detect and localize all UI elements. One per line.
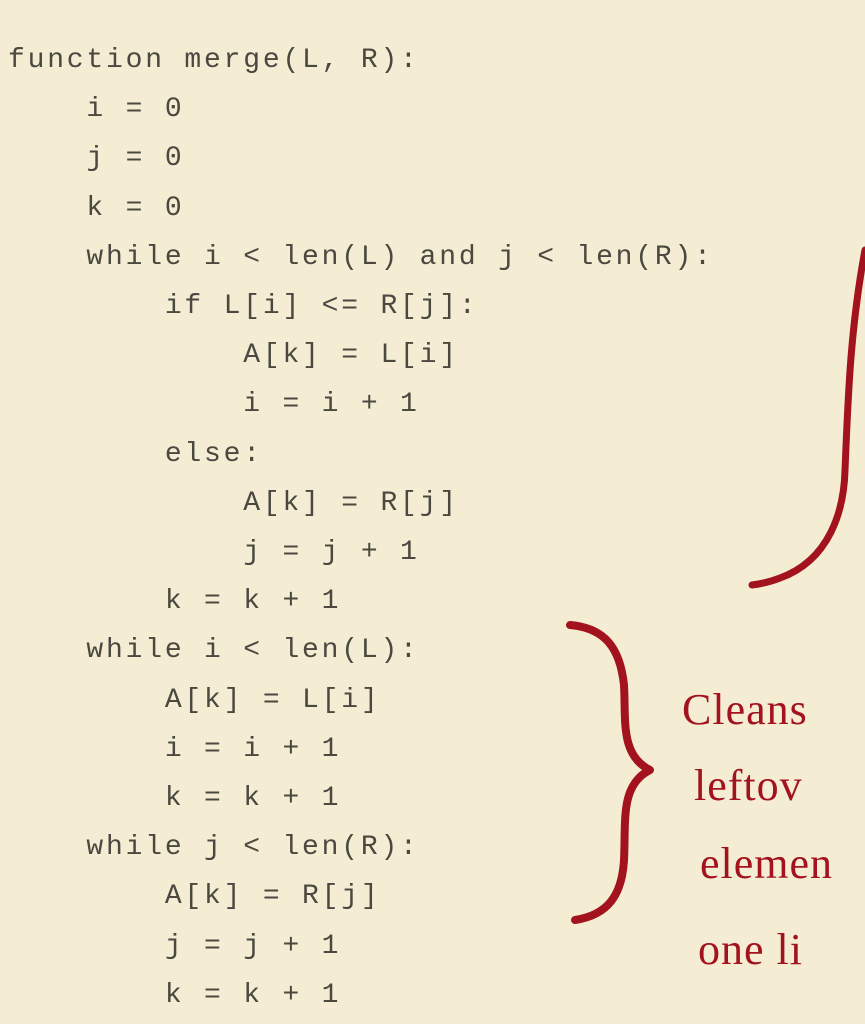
code-line: i = i + 1 (8, 734, 341, 765)
code-line: while i < len(L) and j < len(R): (8, 242, 714, 273)
code-line: i = 0 (8, 94, 184, 125)
code-line: k = k + 1 (8, 980, 341, 1011)
code-line: while i < len(L): (8, 635, 420, 666)
code-line: j = j + 1 (8, 931, 341, 962)
code-line: while j < len(R): (8, 832, 420, 863)
page: function merge(L, R): i = 0 j = 0 k = 0 … (0, 0, 865, 1024)
code-line: i = i + 1 (8, 389, 420, 420)
code-line: else: (8, 439, 263, 470)
pseudocode-block: function merge(L, R): i = 0 j = 0 k = 0 … (8, 36, 714, 1024)
code-line: j = j + 1 (8, 537, 420, 568)
code-line: j = 0 (8, 143, 184, 174)
handwritten-note-line: one li (698, 928, 803, 972)
code-line: function merge(L, R): (8, 45, 420, 76)
code-line: k = k + 1 (8, 783, 341, 814)
handwritten-note-line: elemen (700, 842, 833, 886)
code-line: A[k] = R[j] (8, 881, 380, 912)
handwritten-note-line: leftov (694, 764, 803, 808)
code-line: A[k] = L[i] (8, 685, 380, 716)
handwritten-note-line: Cleans (682, 688, 808, 732)
code-line: k = 0 (8, 193, 184, 224)
code-line: A[k] = R[j] (8, 488, 459, 519)
code-line: if L[i] <= R[j]: (8, 291, 478, 322)
code-line: A[k] = L[i] (8, 340, 459, 371)
code-line: k = k + 1 (8, 586, 341, 617)
brace-upper-icon (752, 250, 865, 585)
